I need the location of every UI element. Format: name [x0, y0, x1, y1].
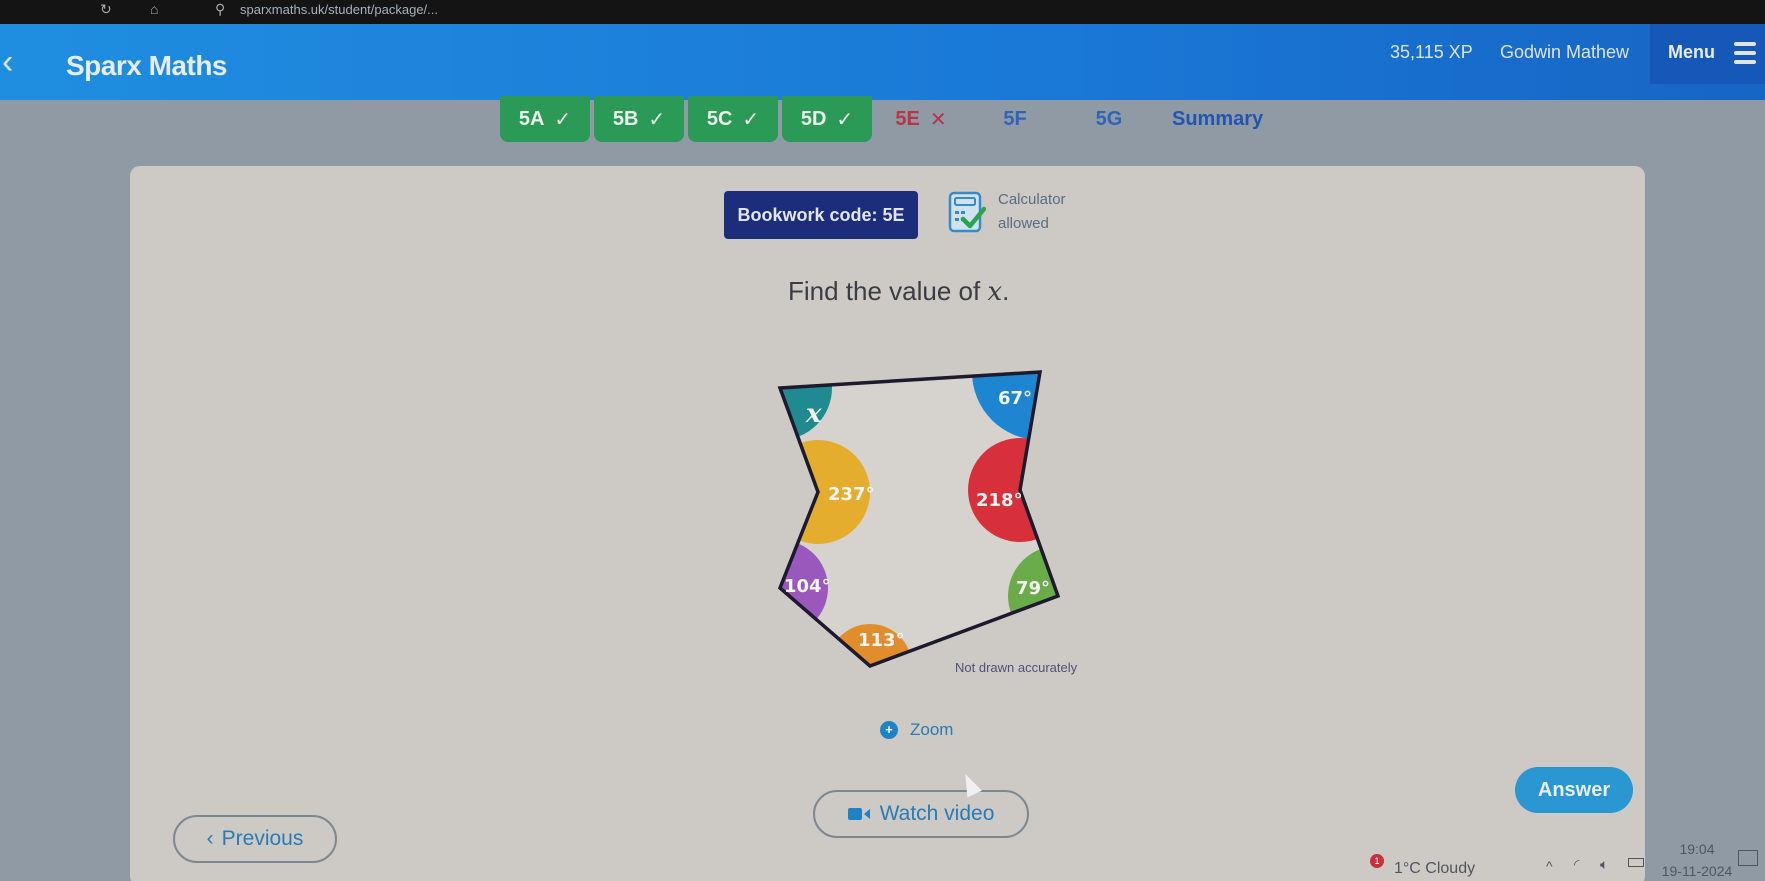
tab-label: Summary — [1172, 107, 1264, 130]
video-camera-icon — [847, 808, 862, 820]
previous-button[interactable]: ‹ Previous — [173, 815, 337, 863]
prompt-text: Find the value of — [788, 276, 988, 306]
check-icon: ✓ — [554, 108, 572, 131]
check-icon: ✓ — [648, 108, 666, 131]
polygon-diagram: x 67° 218° 79° 113° 104° 237° — [777, 370, 1061, 669]
previous-label: Previous — [221, 827, 304, 850]
calculator-label: Calculator — [998, 191, 1066, 208]
browser-toolbar: ↻ ⌂ ⚲ sparxmaths.uk/student/package/... — [0, 0, 1765, 24]
question-prompt: Find the value of x. — [788, 276, 1009, 307]
angle-label-x: x — [805, 399, 822, 429]
back-chevron-icon[interactable]: ‹ — [2, 44, 32, 80]
tab-5b[interactable]: 5B ✓ — [594, 96, 684, 142]
answer-button[interactable]: Answer — [1515, 767, 1633, 813]
xp-count: 35,115 XP — [1390, 42, 1473, 62]
tab-label: 5E — [895, 107, 920, 130]
check-icon: ✓ — [836, 108, 854, 131]
watch-video-label: Watch video — [879, 802, 995, 825]
calculator-status: Calculator allowed — [998, 188, 1066, 236]
not-drawn-accurately-note: Not drawn accurately — [955, 660, 1078, 675]
tab-5c[interactable]: 5C ✓ — [688, 96, 778, 142]
clock-time[interactable]: 19:04 — [1660, 841, 1734, 857]
app-header: ‹ Sparx Maths 35,115 XP Godwin Mathew Me… — [0, 24, 1765, 100]
tab-5e[interactable]: 5E ✕ — [876, 96, 966, 142]
chevron-up-icon[interactable]: ^ — [1546, 858, 1553, 874]
task-tabs: 5A ✓ 5B ✓ 5C ✓ 5D ✓ 5E ✕ 5F 5G Summary — [500, 96, 1302, 146]
angle-label-218: 218° — [976, 490, 1023, 511]
tab-label: 5F — [1003, 107, 1027, 130]
wifi-icon[interactable]: ◜ — [1574, 856, 1579, 873]
home-icon[interactable]: ⌂ — [150, 1, 158, 17]
tab-5g[interactable]: 5G — [1064, 96, 1154, 142]
menu-button[interactable]: Menu — [1650, 24, 1765, 84]
tab-5d[interactable]: 5D ✓ — [782, 96, 872, 142]
notifications-icon[interactable] — [1738, 850, 1758, 866]
site-info-icon[interactable]: ⚲ — [215, 1, 225, 18]
zoom-label: Zoom — [910, 720, 954, 739]
calculator-allowed-icon — [948, 191, 986, 233]
tab-label: 5D — [800, 107, 827, 130]
tab-5f[interactable]: 5F — [970, 96, 1060, 142]
watch-video-button[interactable]: Watch video — [813, 790, 1029, 838]
app-title: Sparx Maths — [66, 50, 228, 81]
angle-label-79: 79° — [1016, 578, 1050, 599]
user-name[interactable]: Godwin Mathew — [1500, 42, 1629, 63]
volume-icon[interactable]: 🔈︎ — [1600, 856, 1608, 873]
hamburger-icon — [1734, 42, 1756, 64]
tab-summary[interactable]: Summary — [1158, 96, 1298, 142]
tab-5a[interactable]: 5A ✓ — [500, 96, 590, 142]
angle-label-104: 104° — [784, 576, 831, 597]
tab-label: 5A — [518, 107, 545, 130]
clock-date[interactable]: 19-11-2024 — [1660, 863, 1734, 879]
reload-icon[interactable]: ↻ — [100, 1, 112, 18]
prompt-period: . — [1002, 276, 1010, 306]
tab-label: 5B — [612, 107, 639, 130]
zoom-button[interactable]: + Zoom — [880, 720, 953, 740]
check-icon: ✓ — [742, 108, 760, 131]
chevron-left-icon: ‹ — [206, 827, 214, 850]
angle-label-67: 67° — [998, 388, 1032, 409]
angle-label-113: 113° — [858, 630, 905, 651]
system-tray: 1 1°C Cloudy ^ ◜ 🔈︎ 19:04 19-11-2024 — [1360, 830, 1765, 881]
video-camera-lens-icon — [863, 809, 870, 819]
cross-icon: ✕ — [929, 108, 947, 131]
battery-icon[interactable] — [1628, 858, 1644, 867]
tab-label: 5C — [706, 107, 733, 130]
angle-label-237: 237° — [828, 484, 875, 505]
weather-alert-badge[interactable]: 1 — [1370, 854, 1384, 868]
calculator-allowed-label: allowed — [998, 215, 1049, 232]
prompt-variable: x — [987, 277, 1003, 307]
address-bar[interactable]: sparxmaths.uk/student/package/... — [240, 2, 438, 17]
weather-widget[interactable]: 1°C Cloudy — [1394, 860, 1475, 878]
bookwork-code-badge: Bookwork code: 5E — [724, 191, 918, 239]
tab-label: 5G — [1095, 107, 1123, 130]
zoom-in-icon: + — [880, 721, 898, 739]
menu-label: Menu — [1668, 42, 1715, 62]
